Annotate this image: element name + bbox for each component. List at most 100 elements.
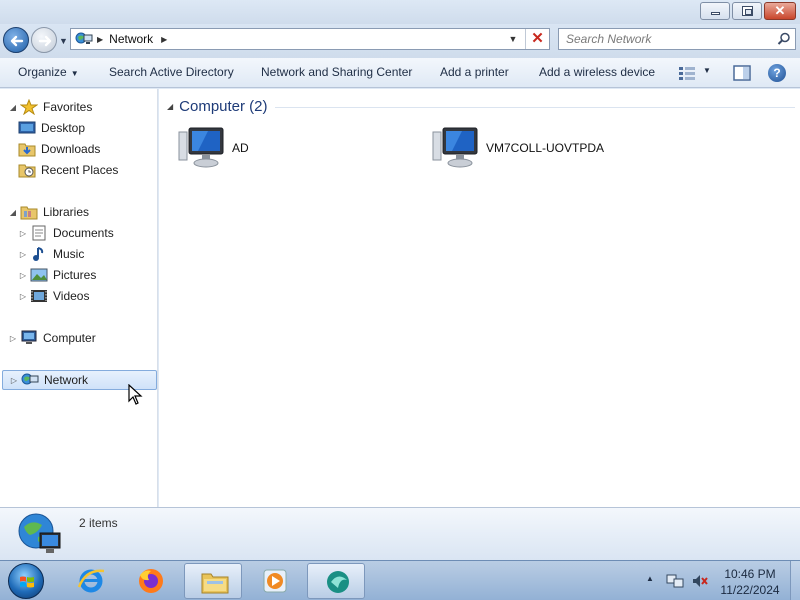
add-wireless-device-button[interactable]: Add a wireless device <box>539 65 655 79</box>
details-pane: 2 items <box>0 507 800 560</box>
search-input[interactable] <box>559 29 759 49</box>
pictures-icon <box>30 268 48 282</box>
collapse-icon[interactable]: ◢ <box>8 103 18 112</box>
show-desktop-button[interactable] <box>790 561 800 600</box>
nav-music[interactable]: ▷ Music <box>18 244 84 264</box>
music-icon <box>33 247 44 261</box>
nav-network-label: Network <box>44 373 89 387</box>
windows-logo-icon <box>20 576 34 588</box>
views-dropdown-icon[interactable]: ▼ <box>703 66 711 75</box>
expand-icon[interactable]: ▷ <box>18 229 28 238</box>
window-controls: ✕ <box>700 2 796 20</box>
collapse-icon[interactable]: ◢ <box>8 208 18 217</box>
close-icon: ✕ <box>774 3 786 18</box>
nav-videos-label: Videos <box>53 289 90 303</box>
show-hidden-icons[interactable]: ▲ <box>646 574 654 583</box>
stop-icon[interactable]: ✕ <box>525 29 549 49</box>
nav-desktop-label: Desktop <box>41 121 86 135</box>
app-icon <box>327 571 349 593</box>
breadcrumb-separator-icon[interactable]: ▶ <box>97 35 103 44</box>
title-bar: ✕ <box>0 0 800 24</box>
chevron-down-icon: ▼ <box>70 69 79 78</box>
nav-downloads-label: Downloads <box>41 142 101 156</box>
nav-music-label: Music <box>53 247 85 261</box>
forward-arrow-icon <box>38 35 52 47</box>
nav-desktop[interactable]: Desktop <box>18 118 85 138</box>
computer-label: AD <box>232 141 249 155</box>
minimize-icon <box>711 12 720 15</box>
computer-label: VM7COLL-UOVTPDA <box>486 141 605 155</box>
mouse-cursor-icon <box>128 384 143 405</box>
computer-item[interactable]: VM7COLL-UOVTPDA <box>432 126 604 170</box>
address-history-dropdown[interactable]: ▼ <box>505 29 521 49</box>
back-button[interactable] <box>3 27 29 53</box>
search-active-directory-button[interactable]: Search Active Directory <box>109 65 234 79</box>
expand-icon[interactable]: ▷ <box>9 376 19 385</box>
minimize-button[interactable] <box>700 2 730 20</box>
item-count: 2 items <box>79 516 118 530</box>
network-icon <box>75 32 93 44</box>
clock-time: 10:46 PM <box>724 567 776 581</box>
nav-libraries[interactable]: ◢ Libraries <box>8 202 89 222</box>
star-icon <box>20 99 38 115</box>
clock-date: 11/22/2024 <box>720 583 780 597</box>
network-sharing-center-button[interactable]: Network and Sharing Center <box>261 65 412 79</box>
nav-downloads[interactable]: Downloads <box>18 139 100 159</box>
expand-icon[interactable]: ▷ <box>18 250 28 259</box>
expand-icon[interactable]: ▷ <box>18 271 28 280</box>
nav-pictures[interactable]: ▷ Pictures <box>18 265 96 285</box>
nav-documents[interactable]: ▷ Documents <box>18 223 114 243</box>
videos-icon <box>31 290 47 302</box>
taskbar-network-app[interactable] <box>307 563 365 599</box>
organize-label: Organize <box>18 65 67 79</box>
nav-documents-label: Documents <box>53 226 114 240</box>
breadcrumb-network[interactable]: Network <box>109 32 153 46</box>
help-icon[interactable]: ? <box>768 64 786 82</box>
taskbar-clock[interactable]: 10:46 PM 11/22/2024 <box>712 566 788 598</box>
nav-recent-places[interactable]: Recent Places <box>18 160 118 180</box>
taskbar-firefox[interactable] <box>121 563 179 599</box>
expand-icon[interactable]: ▷ <box>8 334 18 343</box>
search-box[interactable] <box>558 28 796 50</box>
computer-item[interactable]: AD <box>178 126 249 170</box>
network-icon <box>18 513 61 553</box>
taskbar-windows-explorer[interactable] <box>184 563 242 599</box>
expand-icon[interactable]: ▷ <box>18 292 28 301</box>
nav-favorites[interactable]: ◢ Favorites <box>8 97 92 117</box>
taskbar-media-player[interactable] <box>245 563 303 599</box>
computer-icon <box>178 127 224 168</box>
restore-button[interactable] <box>732 2 762 20</box>
search-icon[interactable] <box>777 32 791 46</box>
nav-videos[interactable]: ▷ Videos <box>18 286 90 306</box>
navigation-pane: ◢ Favorites Desktop Downloads Recent Pla… <box>0 89 158 507</box>
collapse-group-icon[interactable]: ◢ <box>167 102 173 111</box>
taskbar: ▲ 10:46 PM 11/22/2024 <box>0 560 800 600</box>
back-arrow-icon <box>10 35 24 47</box>
forward-button[interactable] <box>31 27 57 53</box>
content-pane: ◢ Computer (2) AD VM7COLL-UOVTPDA <box>159 89 800 507</box>
recent-pages-dropdown[interactable]: ▼ <box>59 36 68 46</box>
command-bar: Organize ▼ Search Active Directory Networ… <box>0 58 800 88</box>
preview-pane-icon[interactable] <box>733 65 751 81</box>
address-bar[interactable]: ▶ Network ▶ ▼ ✕ <box>70 28 550 50</box>
breadcrumb-separator-icon[interactable]: ▶ <box>161 35 167 44</box>
computer-group-header[interactable]: ◢ Computer (2) <box>167 98 268 115</box>
group-divider <box>275 107 795 108</box>
nav-favorites-label: Favorites <box>43 100 93 114</box>
desktop-icon <box>18 121 36 134</box>
change-view-icon[interactable] <box>678 66 696 80</box>
start-button[interactable] <box>8 563 44 599</box>
add-printer-button[interactable]: Add a printer <box>440 65 509 79</box>
restore-icon <box>742 6 753 16</box>
recent-places-icon <box>18 164 36 178</box>
nav-computer[interactable]: ▷ Computer <box>8 328 96 348</box>
volume-muted-icon[interactable] <box>691 573 709 589</box>
taskbar-internet-explorer[interactable] <box>61 563 119 599</box>
nav-recent-places-label: Recent Places <box>41 163 119 177</box>
nav-computer-label: Computer <box>43 331 96 345</box>
computer-icon <box>21 330 37 344</box>
organize-button[interactable]: Organize ▼ <box>18 65 79 79</box>
network-status-icon[interactable] <box>666 573 684 589</box>
close-button[interactable]: ✕ <box>764 2 796 20</box>
documents-icon <box>32 225 46 241</box>
